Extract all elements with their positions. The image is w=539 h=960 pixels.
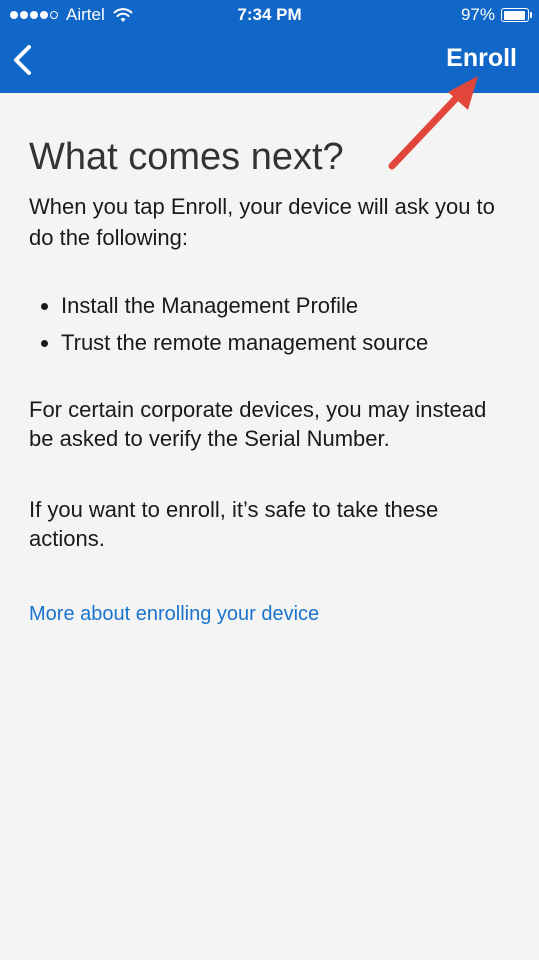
- steps-list: Install the Management Profile Trust the…: [29, 287, 509, 361]
- more-about-enrolling-link[interactable]: More about enrolling your device: [29, 603, 509, 626]
- intro-text: When you tap Enroll, your device will as…: [29, 194, 495, 250]
- main-content: What comes next? When you tap Enroll, yo…: [29, 93, 509, 626]
- battery-fill: [503, 10, 525, 20]
- status-bar: Airtel 7:34 PM 97%: [0, 0, 539, 30]
- list-item: Install the Management Profile: [61, 287, 509, 324]
- list-item: Trust the remote management source: [61, 324, 509, 361]
- corporate-note: For certain corporate devices, you may i…: [29, 397, 487, 451]
- back-button[interactable]: [8, 40, 38, 80]
- page-title: What comes next?: [29, 136, 344, 178]
- chevron-left-icon: [14, 45, 31, 75]
- status-right: 97%: [460, 5, 532, 25]
- battery-icon: [501, 8, 532, 22]
- enroll-button[interactable]: Enroll: [446, 44, 517, 73]
- status-time: 7:34 PM: [237, 5, 302, 24]
- safe-note: If you want to enroll, it’s safe to take…: [29, 497, 439, 551]
- battery-percentage: 97%: [460, 5, 495, 24]
